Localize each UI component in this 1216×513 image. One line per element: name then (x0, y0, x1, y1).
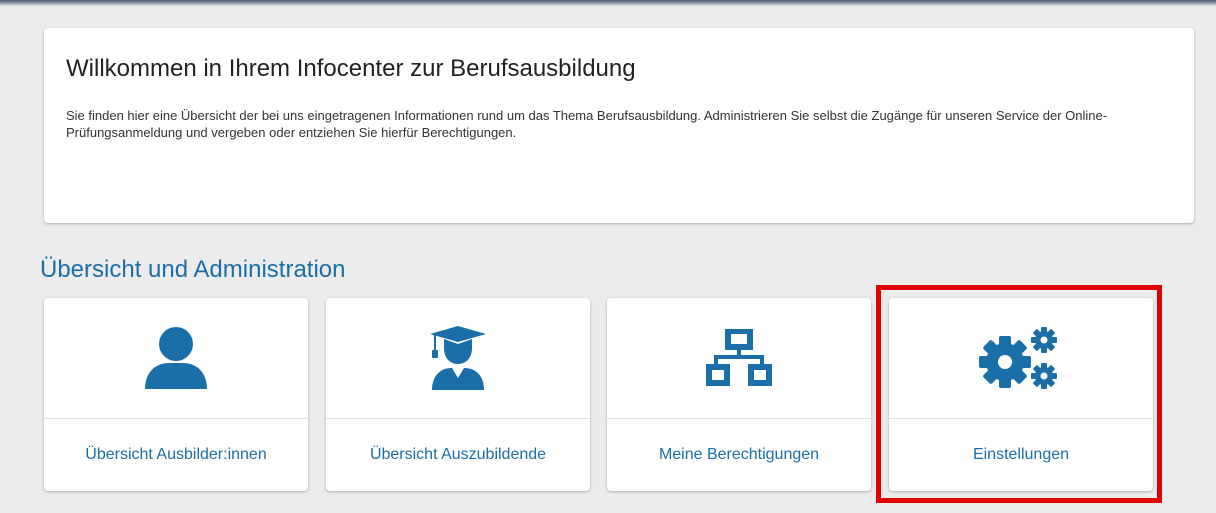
top-bar-shadow (0, 0, 1216, 6)
tile-label[interactable]: Übersicht Auszubildende (326, 419, 590, 491)
tile-trainers-overview[interactable]: Übersicht Ausbilder:innen (44, 298, 308, 491)
section-title: Übersicht und Administration (40, 256, 346, 283)
graduate-icon (326, 298, 590, 418)
tile-settings[interactable]: Einstellungen (889, 298, 1153, 491)
tile-label[interactable]: Einstellungen (889, 419, 1153, 491)
tile-my-permissions[interactable]: Meine Berechtigungen (607, 298, 871, 491)
welcome-title: Willkommen in Ihrem Infocenter zur Beruf… (66, 55, 636, 82)
tile-label[interactable]: Übersicht Ausbilder:innen (44, 419, 308, 491)
welcome-card: Willkommen in Ihrem Infocenter zur Beruf… (44, 28, 1194, 223)
gears-icon (889, 298, 1153, 418)
welcome-text: Sie finden hier eine Übersicht der bei u… (66, 108, 1108, 140)
tile-apprentices-overview[interactable]: Übersicht Auszubildende (326, 298, 590, 491)
network-icon (607, 298, 871, 418)
user-icon (44, 298, 308, 418)
tile-label[interactable]: Meine Berechtigungen (607, 419, 871, 491)
